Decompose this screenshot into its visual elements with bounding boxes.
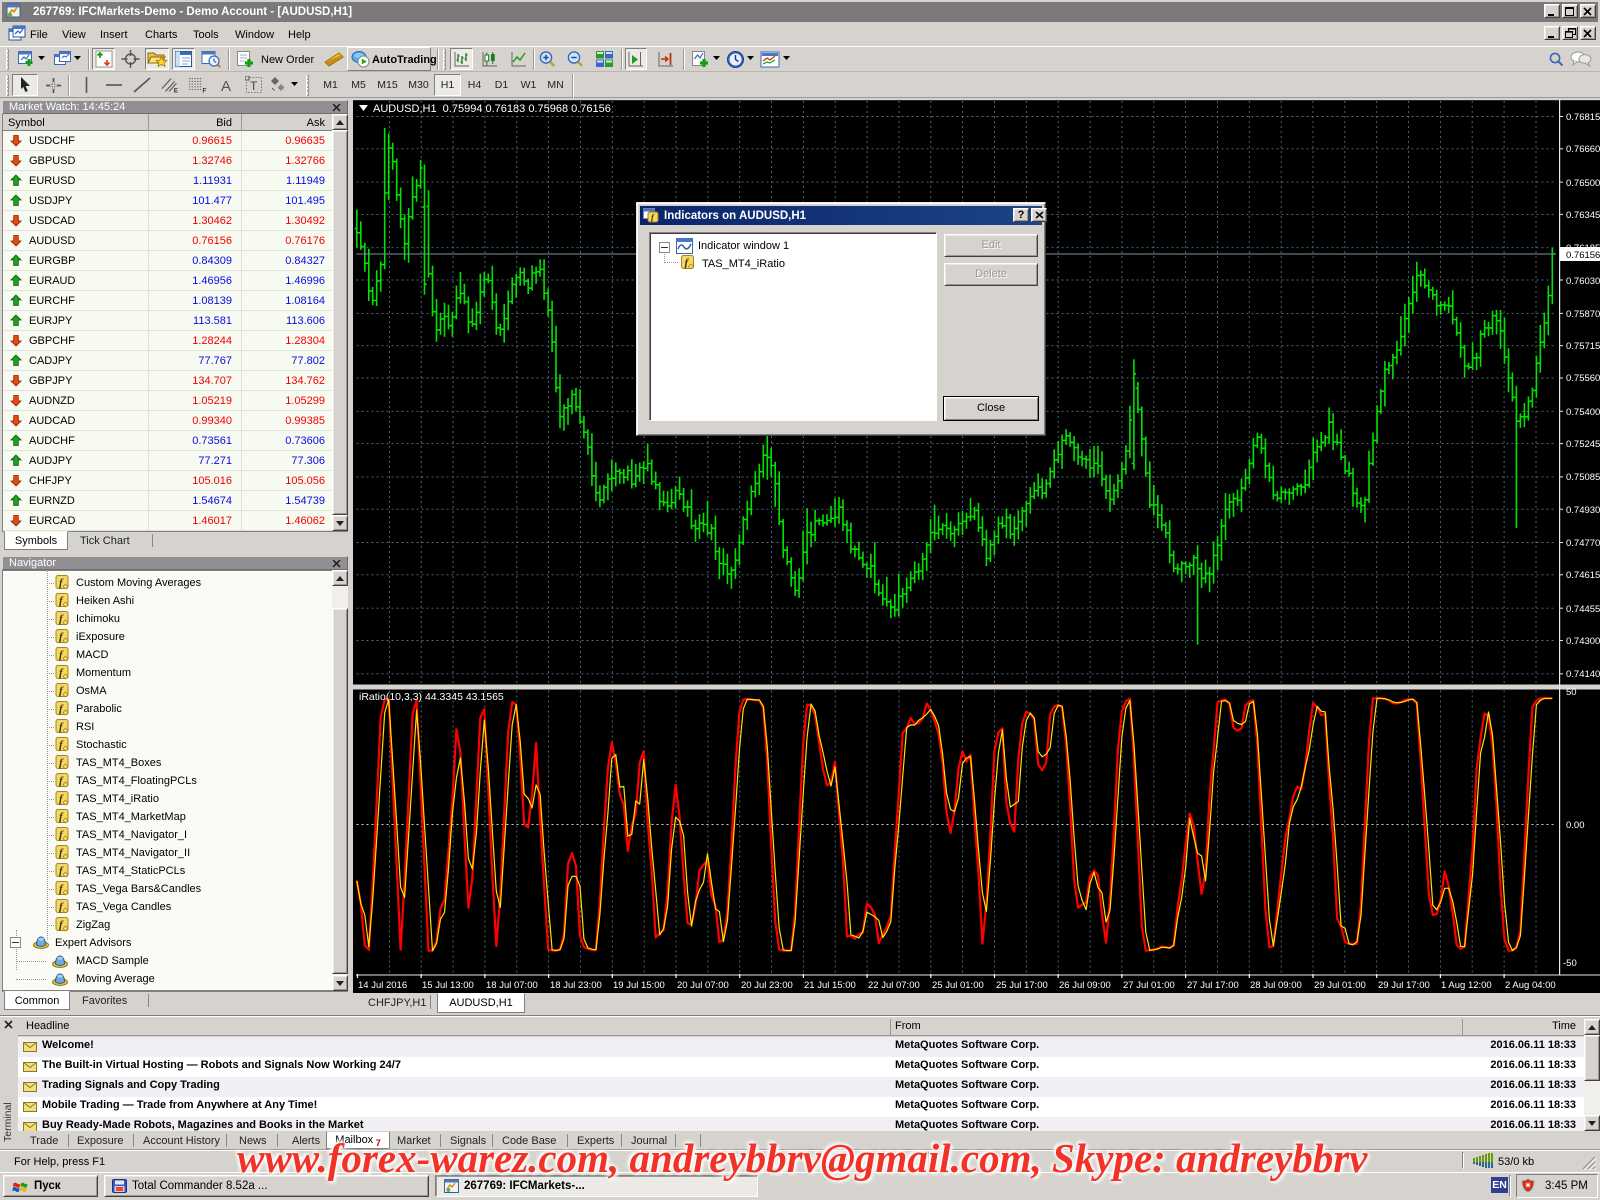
svg-text:0.76660: 0.76660: [1566, 144, 1600, 155]
svg-text:T: T: [250, 79, 258, 93]
svg-text:0.75245: 0.75245: [1566, 439, 1600, 450]
svg-text:0.75400: 0.75400: [1566, 407, 1600, 418]
svg-text:F: F: [203, 87, 207, 94]
svg-text:A: A: [221, 78, 231, 93]
svg-text:50: 50: [1566, 687, 1577, 698]
svg-text:0.74140: 0.74140: [1566, 669, 1600, 680]
svg-text:15 Jul 13:00: 15 Jul 13:00: [422, 980, 474, 991]
svg-text:0.76345: 0.76345: [1566, 210, 1600, 221]
svg-text:27 Jul 17:00: 27 Jul 17:00: [1187, 980, 1239, 991]
svg-text:2 Aug 04:00: 2 Aug 04:00: [1505, 980, 1556, 991]
svg-text:0.75715: 0.75715: [1566, 341, 1600, 352]
svg-text:iRatio(10,3,3) 44.3345 43.1565: iRatio(10,3,3) 44.3345 43.1565: [359, 691, 504, 703]
svg-text:18 Jul 23:00: 18 Jul 23:00: [550, 980, 602, 991]
svg-text:0.74300: 0.74300: [1566, 636, 1600, 647]
svg-text:25 Jul 17:00: 25 Jul 17:00: [996, 980, 1048, 991]
svg-text:14 Jul 2016: 14 Jul 2016: [358, 980, 407, 991]
svg-text:0.75870: 0.75870: [1566, 309, 1600, 320]
svg-text:26 Jul 09:00: 26 Jul 09:00: [1059, 980, 1111, 991]
svg-text:0.76030: 0.76030: [1566, 276, 1600, 287]
svg-text:0.00: 0.00: [1566, 820, 1585, 831]
svg-text:18 Jul 07:00: 18 Jul 07:00: [486, 980, 538, 991]
svg-text:0.75085: 0.75085: [1566, 472, 1600, 483]
svg-text:0.76500: 0.76500: [1566, 178, 1600, 189]
svg-text:0.75560: 0.75560: [1566, 373, 1600, 384]
svg-text:20 Jul 23:00: 20 Jul 23:00: [741, 980, 793, 991]
svg-text:29 Jul 17:00: 29 Jul 17:00: [1378, 980, 1430, 991]
svg-text:19 Jul 15:00: 19 Jul 15:00: [613, 980, 665, 991]
svg-text:27 Jul 01:00: 27 Jul 01:00: [1123, 980, 1175, 991]
svg-text:0.74770: 0.74770: [1566, 538, 1600, 549]
svg-text:21 Jul 15:00: 21 Jul 15:00: [804, 980, 856, 991]
svg-text:E: E: [174, 87, 178, 94]
svg-text:20 Jul 07:00: 20 Jul 07:00: [677, 980, 729, 991]
svg-text:29 Jul 01:00: 29 Jul 01:00: [1314, 980, 1366, 991]
svg-text:1 Aug 12:00: 1 Aug 12:00: [1441, 980, 1492, 991]
svg-text:0.74930: 0.74930: [1566, 505, 1600, 516]
svg-text:0.76156: 0.76156: [1566, 250, 1600, 261]
svg-text:0.74615: 0.74615: [1566, 570, 1600, 581]
svg-text:0.76815: 0.76815: [1566, 112, 1600, 123]
svg-text:AUDUSD,H1 0.75994 0.76183 0.7: AUDUSD,H1 0.75994 0.76183 0.75968 0.7615…: [373, 103, 611, 115]
svg-text:0.74455: 0.74455: [1566, 604, 1600, 615]
svg-text:25 Jul 01:00: 25 Jul 01:00: [932, 980, 984, 991]
svg-text:28 Jul 09:00: 28 Jul 09:00: [1250, 980, 1302, 991]
svg-text:22 Jul 07:00: 22 Jul 07:00: [868, 980, 920, 991]
svg-text:-50: -50: [1563, 958, 1577, 969]
